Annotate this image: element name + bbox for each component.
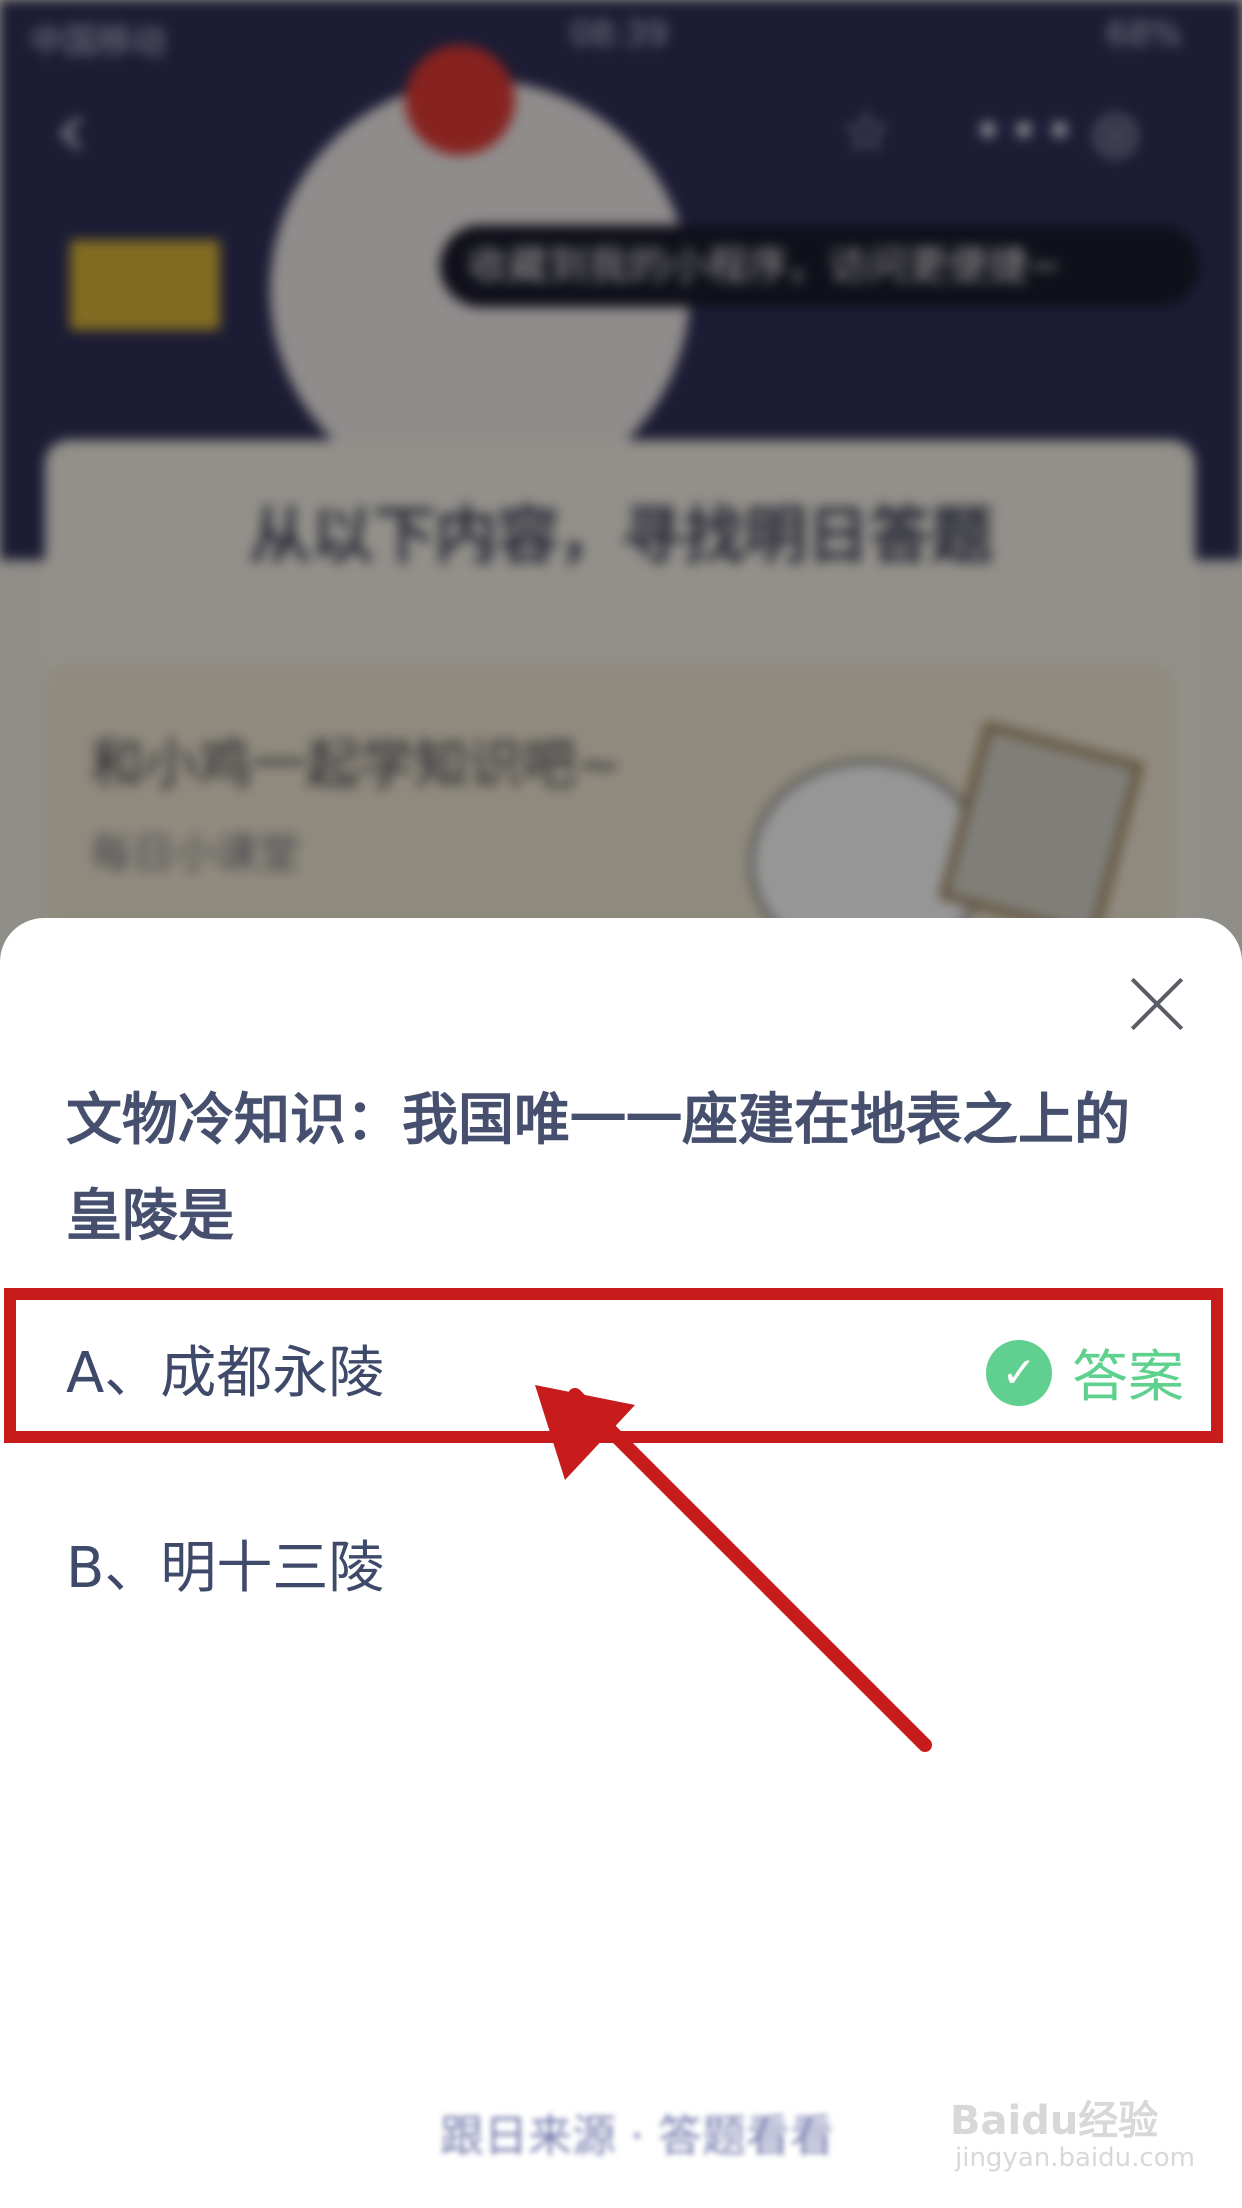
arrow-shaft: [568, 1388, 932, 1752]
annotation-arrow: [535, 1385, 932, 1752]
